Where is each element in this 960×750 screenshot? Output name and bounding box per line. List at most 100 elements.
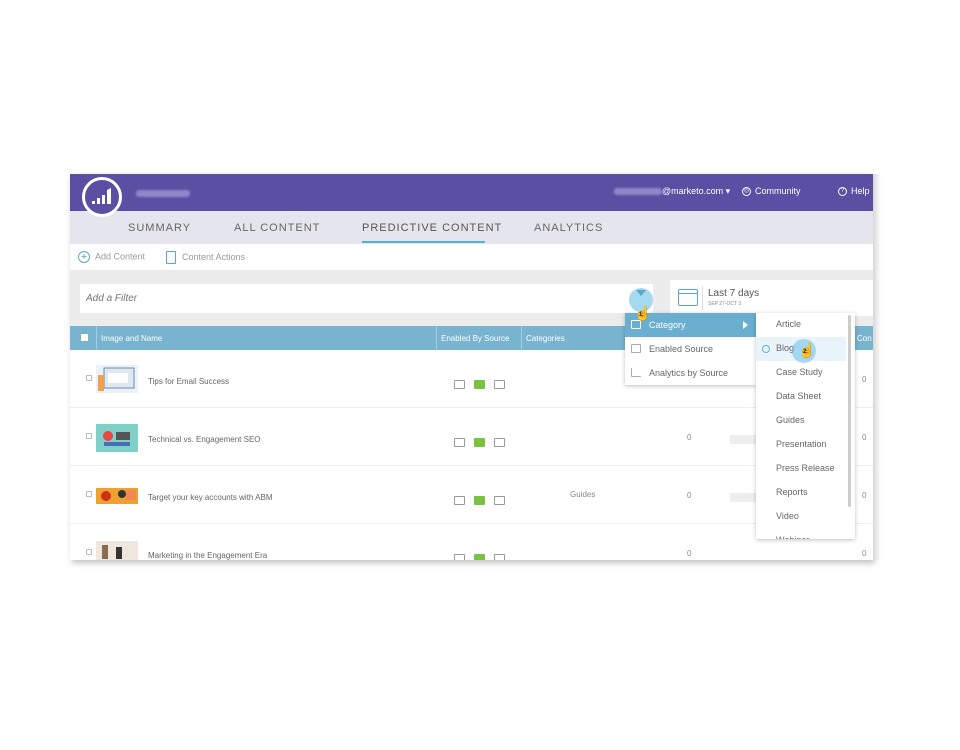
row-checkbox[interactable] (86, 549, 92, 555)
column-divider (96, 326, 97, 350)
column-header-con[interactable]: Con (857, 334, 872, 343)
row-count: 0 (687, 491, 692, 500)
option-label: Presentation (776, 439, 827, 449)
user-menu[interactable]: @marketo.com ▾ (614, 186, 730, 197)
date-range-picker[interactable]: Last 7 days SEP 27-OCT 3 (670, 280, 873, 316)
category-option[interactable]: Webinar (756, 529, 846, 539)
row-value: 0 (862, 491, 867, 500)
column-divider (436, 326, 437, 350)
chart-icon (631, 368, 641, 377)
funnel-icon (636, 290, 646, 296)
community-link[interactable]: ◎ Community (742, 186, 801, 197)
active-tab-indicator (362, 241, 485, 243)
source-icons (454, 376, 514, 394)
category-option[interactable]: Video (756, 505, 846, 529)
redacted-email (614, 188, 662, 196)
redacted-account-name (136, 190, 190, 197)
option-label: Video (776, 511, 799, 521)
category-option[interactable]: Reports (756, 481, 846, 505)
content-name[interactable]: Marketing in the Engagement Era (148, 551, 267, 560)
column-header-categories[interactable]: Categories (526, 334, 565, 343)
cursor-step-1: ☝ 1 (628, 302, 652, 326)
source-icons (454, 550, 514, 560)
web-source-icon (474, 496, 485, 506)
row-bar (730, 435, 756, 444)
help-link[interactable]: ? Help (838, 186, 870, 197)
window-icon (631, 344, 641, 353)
cursor-step-2: ☝ 2 (792, 339, 816, 363)
email-source-icon (454, 438, 465, 448)
row-count: 0 (687, 433, 692, 442)
content-name[interactable]: Technical vs. Engagement SEO (148, 435, 261, 444)
table-row[interactable]: Technical vs. Engagement SEO 0 0 (70, 408, 873, 466)
community-icon: ◎ (742, 187, 751, 197)
add-content-button[interactable]: + Add Content (78, 251, 145, 263)
option-label: Article (776, 319, 802, 329)
option-label: Case Study (776, 367, 823, 377)
category-option[interactable]: Article (756, 313, 846, 337)
source-icons (454, 492, 514, 510)
step-number: 1 (639, 312, 643, 318)
help-icon: ? (838, 187, 847, 197)
web-source-icon (474, 438, 485, 448)
submenu-scrollbar[interactable] (848, 315, 851, 507)
plus-icon: + (78, 251, 90, 263)
email-source-icon (454, 554, 465, 560)
marketo-logo[interactable] (82, 177, 122, 217)
row-bar (730, 493, 756, 502)
select-all-checkbox[interactable] (81, 334, 88, 341)
add-content-label: Add Content (95, 251, 146, 262)
row-value: 0 (862, 433, 867, 442)
window-shadow (873, 174, 881, 560)
filter-input[interactable] (80, 284, 653, 313)
row-checkbox[interactable] (86, 491, 92, 497)
menu-item-label: Category (649, 320, 686, 330)
radio-icon (762, 345, 770, 353)
date-range-title: Last 7 days (708, 288, 760, 299)
content-actions-button[interactable]: Content Actions (166, 251, 245, 264)
column-divider (521, 326, 522, 350)
option-label: Press Release (776, 463, 835, 473)
row-checkbox[interactable] (86, 433, 92, 439)
column-header-image-name[interactable]: Image and Name (101, 334, 162, 343)
column-header-enabled-by-source[interactable]: Enabled By Source (441, 334, 510, 343)
content-thumbnail (96, 365, 138, 393)
row-checkbox[interactable] (86, 375, 92, 381)
category-option[interactable]: Case Study (756, 361, 846, 385)
category-option[interactable]: Data Sheet (756, 385, 846, 409)
option-label: Guides (776, 415, 805, 425)
menu-item-analytics-by-source[interactable]: Analytics by Source (625, 361, 756, 385)
menu-item-enabled-source[interactable]: Enabled Source (625, 337, 756, 361)
option-label: Webinar (776, 535, 809, 539)
web-source-icon (474, 554, 485, 560)
content-actions-label: Content Actions (182, 251, 246, 262)
app-window: @marketo.com ▾ ◎ Community ? Help SUMMARY … (70, 174, 873, 560)
category-option[interactable]: Press Release (756, 457, 846, 481)
calendar-icon (678, 289, 698, 306)
email-source-icon (454, 496, 465, 506)
chevron-down-icon: ▾ (725, 186, 731, 196)
option-label: Data Sheet (776, 391, 822, 401)
tab-predictive-content[interactable]: PREDICTIVE CONTENT (362, 222, 502, 234)
mobile-source-icon (494, 554, 505, 560)
tab-analytics[interactable]: ANALYTICS (534, 222, 603, 234)
mobile-source-icon (494, 438, 505, 448)
help-label: Help (851, 186, 870, 196)
content-name[interactable]: Target your key accounts with ABM (148, 493, 273, 502)
option-label: Reports (776, 487, 808, 497)
tab-summary[interactable]: SUMMARY (128, 222, 191, 234)
row-count: 0 (687, 549, 692, 558)
chevron-right-icon (743, 321, 748, 329)
row-category: Guides (570, 490, 596, 499)
table-row[interactable]: Marketing in the Engagement Era 0 0 (70, 524, 873, 560)
hand-pointer-icon: ☝ (634, 305, 652, 321)
category-option[interactable]: Presentation (756, 433, 846, 457)
document-icon (166, 251, 176, 264)
table-row[interactable]: Target your key accounts with ABM Guides… (70, 466, 873, 524)
menu-item-label: Enabled Source (649, 344, 714, 354)
tab-all-content[interactable]: ALL CONTENT (234, 222, 320, 234)
content-name[interactable]: Tips for Email Success (148, 377, 229, 386)
content-thumbnail (96, 541, 138, 560)
category-option[interactable]: Guides (756, 409, 846, 433)
community-label: Community (755, 186, 801, 196)
